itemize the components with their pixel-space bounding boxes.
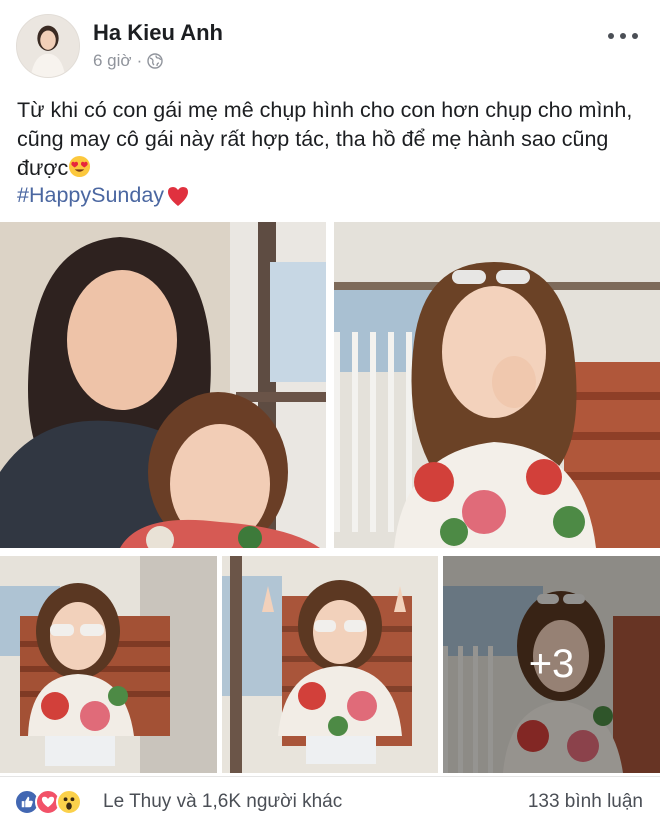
photo-4[interactable] — [222, 556, 438, 773]
more-photos-overlay[interactable]: +3 — [443, 556, 660, 773]
photo-2[interactable] — [334, 222, 660, 548]
post-header: Ha Kieu Anh 6 giờ · — [0, 0, 660, 84]
avatar[interactable] — [16, 14, 80, 78]
photo-grid: +3 — [0, 222, 660, 774]
post-time[interactable]: 6 giờ — [93, 51, 132, 71]
photo-3[interactable] — [0, 556, 217, 773]
wow-icon — [56, 789, 82, 815]
hashtag-line: #HappySunday — [17, 181, 190, 210]
red-heart-emoji — [168, 186, 189, 206]
hashtag-link[interactable]: #HappySunday — [17, 181, 164, 210]
post-message-text: Từ khi có con gái mẹ mê chụp hình cho co… — [17, 98, 633, 180]
more-photos-count: +3 — [528, 642, 575, 686]
meta-separator: · — [136, 51, 143, 70]
reaction-icons[interactable] — [14, 789, 82, 815]
post-message: Từ khi có con gái mẹ mê chụp hình cho co… — [17, 96, 647, 183]
photo-girl-blowing-kiss — [334, 222, 660, 548]
photo-1[interactable] — [0, 222, 326, 548]
photo-girl-peace-sign — [222, 556, 438, 773]
post-footer: Le Thuy và 1,6K người khác 133 bình luận — [0, 776, 660, 824]
photo-5[interactable]: +3 — [443, 556, 660, 773]
avatar-image — [17, 15, 79, 77]
more-options-icon[interactable] — [608, 26, 638, 46]
reactions-summary[interactable]: Le Thuy và 1,6K người khác — [103, 791, 342, 813]
globe-icon — [147, 53, 163, 69]
author-name[interactable]: Ha Kieu Anh — [93, 20, 223, 46]
post-meta: 6 giờ · — [93, 51, 163, 71]
comments-count[interactable]: 133 bình luận — [528, 791, 643, 813]
photo-mother-daughter-selfie — [0, 222, 326, 548]
photo-girl-sunglasses-chair — [0, 556, 217, 773]
heart-eyes-emoji — [69, 155, 91, 178]
